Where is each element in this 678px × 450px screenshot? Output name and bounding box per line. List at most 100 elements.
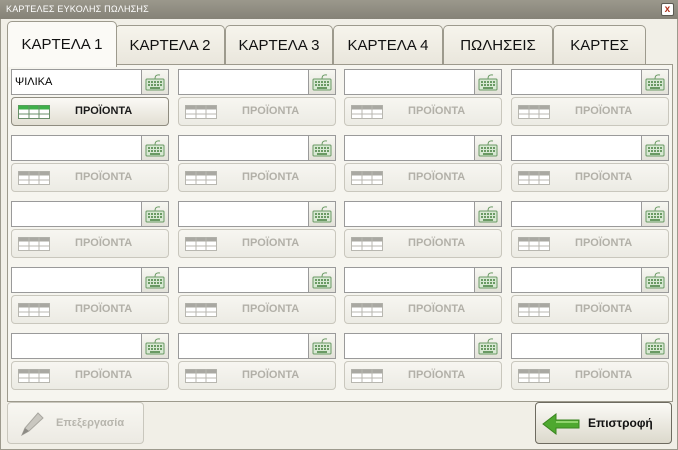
keyboard-button[interactable]	[641, 333, 669, 359]
keyboard-button[interactable]	[474, 69, 502, 95]
category-input[interactable]	[178, 69, 308, 95]
keyboard-button[interactable]	[308, 267, 336, 293]
grid-icon	[185, 171, 217, 185]
keyboard-button[interactable]	[474, 267, 502, 293]
category-input[interactable]	[11, 201, 141, 227]
shortcut-cell: ΠΡΟΪΟΝΤΑ	[511, 135, 671, 192]
category-input[interactable]	[344, 135, 474, 161]
keyboard-icon	[645, 272, 665, 289]
close-button[interactable]: x	[661, 3, 674, 16]
tab-2[interactable]: ΚΑΡΤΕΛΑ 2	[115, 25, 225, 65]
products-button[interactable]: ΠΡΟΪΟΝΤΑ	[11, 229, 169, 258]
grid-icon	[518, 303, 550, 317]
products-button[interactable]: ΠΡΟΪΟΝΤΑ	[511, 295, 669, 324]
keyboard-button[interactable]	[474, 201, 502, 227]
keyboard-button[interactable]	[641, 267, 669, 293]
products-label: ΠΡΟΪΟΝΤΑ	[575, 303, 633, 315]
keyboard-button[interactable]	[641, 135, 669, 161]
keyboard-button[interactable]	[141, 201, 169, 227]
keyboard-button[interactable]	[308, 69, 336, 95]
products-button[interactable]: ΠΡΟΪΟΝΤΑ	[344, 97, 502, 126]
tab-3[interactable]: ΚΑΡΤΕΛΑ 3	[225, 25, 333, 65]
products-button[interactable]: ΠΡΟΪΟΝΤΑ	[178, 163, 336, 192]
shortcut-cell: ΠΡΟΪΟΝΤΑ	[511, 201, 671, 258]
products-label: ΠΡΟΪΟΝΤΑ	[575, 237, 633, 249]
tab-4[interactable]: ΚΑΡΤΕΛΑ 4	[333, 25, 443, 65]
category-input[interactable]	[178, 267, 308, 293]
keyboard-icon	[312, 272, 332, 289]
products-button[interactable]: ΠΡΟΪΟΝΤΑ	[178, 97, 336, 126]
products-button[interactable]: ΠΡΟΪΟΝΤΑ	[178, 229, 336, 258]
keyboard-button[interactable]	[474, 333, 502, 359]
keyboard-icon	[478, 140, 498, 157]
category-input[interactable]	[511, 69, 641, 95]
grid-icon	[351, 237, 383, 251]
tab-1[interactable]: ΚΑΡΤΕΛΑ 1	[7, 21, 117, 67]
products-button[interactable]: ΠΡΟΪΟΝΤΑ	[178, 361, 336, 390]
category-input[interactable]	[178, 201, 308, 227]
edit-button[interactable]: Επεξεργασία	[7, 402, 144, 444]
keyboard-icon	[645, 338, 665, 355]
shortcut-cell: ΠΡΟΪΟΝΤΑ	[511, 69, 671, 126]
keyboard-button[interactable]	[308, 201, 336, 227]
products-button[interactable]: ΠΡΟΪΟΝΤΑ	[344, 295, 502, 324]
category-input[interactable]	[178, 333, 308, 359]
keyboard-button[interactable]	[308, 135, 336, 161]
category-input[interactable]	[344, 201, 474, 227]
keyboard-icon	[145, 74, 165, 91]
keyboard-button[interactable]	[141, 135, 169, 161]
shortcut-cell: ΠΡΟΪΟΝΤΑ	[178, 201, 338, 258]
products-button[interactable]: ΠΡΟΪΟΝΤΑ	[344, 361, 502, 390]
products-label: ΠΡΟΪΟΝΤΑ	[575, 105, 633, 117]
category-input[interactable]	[178, 135, 308, 161]
products-button[interactable]: ΠΡΟΪΟΝΤΑ	[511, 361, 669, 390]
products-label: ΠΡΟΪΟΝΤΑ	[75, 237, 133, 249]
back-button[interactable]: Επιστροφή	[535, 402, 672, 444]
products-button[interactable]: ΠΡΟΪΟΝΤΑ	[511, 97, 669, 126]
category-input[interactable]	[11, 333, 141, 359]
category-input[interactable]	[511, 267, 641, 293]
category-input[interactable]	[511, 135, 641, 161]
category-input[interactable]	[344, 69, 474, 95]
products-button[interactable]: ΠΡΟΪΟΝΤΑ	[11, 295, 169, 324]
products-button[interactable]: ΠΡΟΪΟΝΤΑ	[11, 163, 169, 192]
tab-6[interactable]: ΚΑΡΤΕΣ	[553, 25, 646, 65]
category-input[interactable]	[344, 333, 474, 359]
products-label: ΠΡΟΪΟΝΤΑ	[242, 237, 300, 249]
keyboard-icon	[645, 140, 665, 157]
products-label: ΠΡΟΪΟΝΤΑ	[75, 303, 133, 315]
category-input[interactable]	[511, 201, 641, 227]
keyboard-button[interactable]	[141, 267, 169, 293]
category-input[interactable]	[344, 267, 474, 293]
tab-5[interactable]: ΠΩΛΗΣΕΙΣ	[443, 25, 553, 65]
keyboard-icon	[478, 206, 498, 223]
keyboard-button[interactable]	[141, 69, 169, 95]
products-button[interactable]: ΠΡΟΪΟΝΤΑ	[344, 163, 502, 192]
products-button[interactable]: ΠΡΟΪΟΝΤΑ	[11, 97, 169, 126]
category-input[interactable]	[511, 333, 641, 359]
products-button[interactable]: ΠΡΟΪΟΝΤΑ	[178, 295, 336, 324]
keyboard-icon	[312, 74, 332, 91]
products-button[interactable]: ΠΡΟΪΟΝΤΑ	[344, 229, 502, 258]
grid-icon	[351, 105, 383, 119]
keyboard-button[interactable]	[641, 201, 669, 227]
products-button[interactable]: ΠΡΟΪΟΝΤΑ	[11, 361, 169, 390]
grid-icon	[18, 303, 50, 317]
footer-bar: Επεξεργασία Επιστροφή	[7, 402, 673, 449]
keyboard-icon	[312, 338, 332, 355]
category-input[interactable]: ΨΙΛΙΚΑ	[11, 69, 141, 95]
grid-icon	[185, 105, 217, 119]
keyboard-button[interactable]	[141, 333, 169, 359]
grid-icon	[18, 171, 50, 185]
products-button[interactable]: ΠΡΟΪΟΝΤΑ	[511, 229, 669, 258]
keyboard-button[interactable]	[474, 135, 502, 161]
products-label: ΠΡΟΪΟΝΤΑ	[408, 369, 466, 381]
keyboard-button[interactable]	[641, 69, 669, 95]
category-input[interactable]	[11, 135, 141, 161]
category-input[interactable]	[11, 267, 141, 293]
shortcut-cell: ΠΡΟΪΟΝΤΑ	[178, 69, 338, 126]
shortcut-cell: ΠΡΟΪΟΝΤΑ	[11, 333, 171, 390]
products-button[interactable]: ΠΡΟΪΟΝΤΑ	[511, 163, 669, 192]
keyboard-icon	[145, 338, 165, 355]
keyboard-button[interactable]	[308, 333, 336, 359]
